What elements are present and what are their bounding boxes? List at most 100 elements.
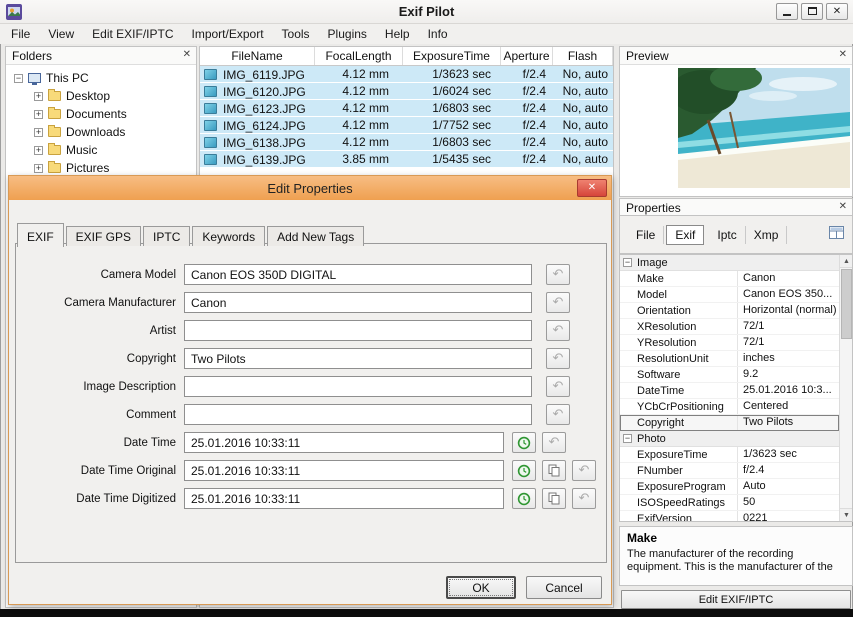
- calendar-clock-button[interactable]: [512, 432, 536, 453]
- menu-item-info[interactable]: Info: [419, 24, 457, 41]
- close-icon[interactable]: ✕: [839, 49, 847, 60]
- artist-input[interactable]: [184, 320, 532, 341]
- property-group-photo[interactable]: −Photo: [620, 431, 839, 447]
- property-row[interactable]: DateTime25.01.2016 10:3...: [620, 383, 839, 399]
- expand-icon[interactable]: +: [34, 146, 43, 155]
- property-row[interactable]: XResolution72/1: [620, 319, 839, 335]
- menu-item-import-export[interactable]: Import/Export: [183, 24, 273, 41]
- menu-item-help[interactable]: Help: [376, 24, 419, 41]
- column-header-filename[interactable]: FileName: [200, 47, 315, 65]
- menu-item-view[interactable]: View: [39, 24, 83, 41]
- tree-item-documents[interactable]: +Documents: [6, 105, 196, 123]
- collapse-icon[interactable]: −: [14, 74, 23, 83]
- undo-button[interactable]: ↶: [546, 404, 570, 425]
- undo-button[interactable]: ↶: [572, 488, 596, 509]
- file-row[interactable]: IMG_6120.JPG4.12 mm1/6024 secf/2.4No, au…: [200, 83, 613, 100]
- column-header-focallength[interactable]: FocalLength: [315, 47, 403, 65]
- copy-button[interactable]: [542, 460, 566, 481]
- dialog-tab-iptc[interactable]: IPTC: [143, 226, 190, 246]
- property-row[interactable]: ExifVersion0221: [620, 511, 839, 522]
- dialog-tab-add-new-tags[interactable]: Add New Tags: [267, 226, 364, 246]
- file-row[interactable]: IMG_6139.JPG3.85 mm1/5435 secf/2.4No, au…: [200, 151, 613, 168]
- undo-button[interactable]: ↶: [546, 320, 570, 341]
- undo-button[interactable]: ↶: [572, 460, 596, 481]
- expand-icon[interactable]: +: [34, 164, 43, 173]
- property-row[interactable]: Software9.2: [620, 367, 839, 383]
- undo-button[interactable]: ↶: [546, 292, 570, 313]
- column-header-exposuretime[interactable]: ExposureTime: [403, 47, 501, 65]
- collapse-icon[interactable]: −: [623, 258, 632, 267]
- menu-item-tools[interactable]: Tools: [273, 24, 319, 41]
- menu-item-plugins[interactable]: Plugins: [319, 24, 376, 41]
- dialog-tab-exif[interactable]: EXIF: [17, 223, 64, 247]
- undo-button[interactable]: ↶: [546, 348, 570, 369]
- undo-button[interactable]: ↶: [542, 432, 566, 453]
- date-time-input[interactable]: [184, 432, 504, 453]
- calendar-clock-button[interactable]: [512, 488, 536, 509]
- ok-button[interactable]: OK: [446, 576, 516, 599]
- image-description-input[interactable]: [184, 376, 532, 397]
- menu-item-edit-exif-iptc[interactable]: Edit EXIF/IPTC: [83, 24, 182, 41]
- tree-item-downloads[interactable]: +Downloads: [6, 123, 196, 141]
- close-button[interactable]: ✕: [826, 3, 848, 20]
- dialog-tab-keywords[interactable]: Keywords: [192, 226, 265, 246]
- date-time-digitized-input[interactable]: [184, 488, 504, 509]
- property-row[interactable]: FNumberf/2.4: [620, 463, 839, 479]
- file-row[interactable]: IMG_6119.JPG4.12 mm1/3623 secf/2.4No, au…: [200, 66, 613, 83]
- expand-icon[interactable]: +: [34, 110, 43, 119]
- property-row[interactable]: ModelCanon EOS 350...: [620, 287, 839, 303]
- tree-item-desktop[interactable]: +Desktop: [6, 87, 196, 105]
- property-row[interactable]: MakeCanon: [620, 271, 839, 287]
- scroll-down-icon[interactable]: ▼: [840, 508, 853, 521]
- file-row[interactable]: IMG_6124.JPG4.12 mm1/7752 secf/2.4No, au…: [200, 117, 613, 134]
- file-row[interactable]: IMG_6123.JPG4.12 mm1/6803 secf/2.4No, au…: [200, 100, 613, 117]
- column-header-flash[interactable]: Flash: [553, 47, 613, 65]
- undo-button[interactable]: ↶: [546, 376, 570, 397]
- property-row[interactable]: ISOSpeedRatings50: [620, 495, 839, 511]
- column-header-aperture[interactable]: Aperture: [501, 47, 553, 65]
- properties-tab-exif[interactable]: Exif: [666, 225, 704, 245]
- tree-item-this-pc[interactable]: −This PC: [6, 69, 196, 87]
- close-icon[interactable]: ✕: [183, 49, 191, 60]
- copy-icon: [548, 464, 560, 477]
- expand-icon[interactable]: +: [34, 128, 43, 137]
- expand-icon[interactable]: +: [34, 92, 43, 101]
- cancel-button[interactable]: Cancel: [526, 576, 602, 599]
- property-row[interactable]: ExposureTime1/3623 sec: [620, 447, 839, 463]
- file-row[interactable]: IMG_6138.JPG4.12 mm1/6803 secf/2.4No, au…: [200, 134, 613, 151]
- property-row[interactable]: CopyrightTwo Pilots: [620, 415, 839, 431]
- maximize-button[interactable]: [801, 3, 823, 20]
- property-group-image[interactable]: −Image: [620, 255, 839, 271]
- calendar-clock-button[interactable]: [512, 460, 536, 481]
- property-row[interactable]: ExposureProgramAuto: [620, 479, 839, 495]
- camera-manufacturer-input[interactable]: [184, 292, 532, 313]
- file-cell: 4.12 mm: [315, 117, 403, 133]
- comment-input[interactable]: [184, 404, 532, 425]
- copyright-input[interactable]: [184, 348, 532, 369]
- tree-item-music[interactable]: +Music: [6, 141, 196, 159]
- scrollbar-thumb[interactable]: [841, 269, 852, 339]
- dialog-close-button[interactable]: ✕: [577, 179, 607, 197]
- property-row[interactable]: YResolution72/1: [620, 335, 839, 351]
- property-name: ISOSpeedRatings: [620, 497, 737, 509]
- collapse-icon[interactable]: −: [623, 434, 632, 443]
- minimize-button[interactable]: [776, 3, 798, 20]
- property-row[interactable]: OrientationHorizontal (normal): [620, 303, 839, 319]
- property-row[interactable]: ResolutionUnitinches: [620, 351, 839, 367]
- properties-tab-file[interactable]: File: [628, 226, 664, 244]
- dialog-tab-exif-gps[interactable]: EXIF GPS: [66, 226, 141, 246]
- close-icon[interactable]: ✕: [839, 201, 847, 212]
- undo-button[interactable]: ↶: [546, 264, 570, 285]
- properties-tab-xmp[interactable]: Xmp: [746, 226, 788, 244]
- property-row[interactable]: YCbCrPositioningCentered: [620, 399, 839, 415]
- edit-exif-iptc-button[interactable]: Edit EXIF/IPTC: [621, 590, 851, 609]
- menu-item-file[interactable]: File: [2, 24, 39, 41]
- properties-tab-iptc[interactable]: Iptc: [709, 226, 745, 244]
- view-mode-icon[interactable]: [829, 226, 844, 244]
- property-value: 1/3623 sec: [737, 447, 839, 462]
- camera-model-input[interactable]: [184, 264, 532, 285]
- copy-button[interactable]: [542, 488, 566, 509]
- date-time-original-input[interactable]: [184, 460, 504, 481]
- properties-scrollbar[interactable]: ▲ ▼: [839, 255, 852, 521]
- scroll-up-icon[interactable]: ▲: [840, 255, 853, 268]
